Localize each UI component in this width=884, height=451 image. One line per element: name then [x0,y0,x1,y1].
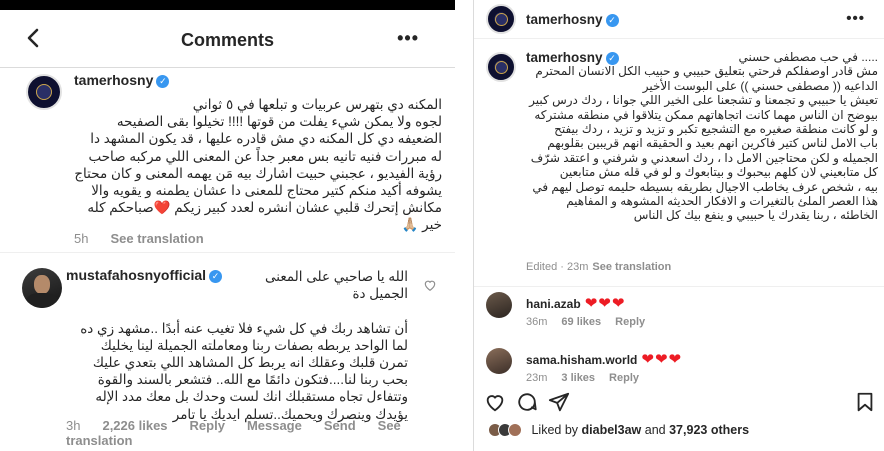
comment-meta: 23m 3 likes Reply [526,372,640,384]
caption-meta: Edited · 23m See translation [526,261,672,273]
avatar[interactable] [486,4,516,34]
liked-by-user[interactable]: diabel3aw [582,423,642,437]
comment-text: الله يا صاحبي على المعنى الجميل دة أن تش… [80,269,408,422]
comment-meta: 5h See translation [74,231,226,246]
comment-meta: 3h 2,226 likes Reply Message Send See transla… [66,418,455,448]
likes-summary: Liked by diabel3aw and 37,923 others [488,423,749,437]
action-bar [474,387,884,417]
comments-header: Comments ••• [0,10,455,68]
post-header: tamerhosny ✓ ••• [474,0,884,39]
likes-count[interactable]: 2,226 likes [102,418,167,433]
reply-button[interactable]: Reply [190,418,225,433]
comment-username[interactable]: sama.hisham.world [526,353,637,367]
post-panel: tamerhosny ✓ ••• tamerhosny ✓ ..... في حب … [473,0,884,451]
heart-outline-icon[interactable] [484,391,506,413]
message-button[interactable]: Message [247,418,302,433]
comments-panel: Comments ••• tamerhosny ✓ المكنه دي بتهرس… [0,10,455,451]
comment-row: sama.hisham.world ❤❤❤ [526,350,682,368]
comment-username[interactable]: tamerhosny ✓ [74,72,170,88]
comment-username[interactable]: hani.azab [526,297,581,311]
avatar[interactable] [486,292,512,318]
panel-gap [455,0,473,451]
comment-icon[interactable] [516,391,538,413]
comment-row: hani.azab ❤❤❤ [526,294,625,312]
more-icon[interactable]: ••• [397,28,419,49]
avatar[interactable] [486,348,512,374]
avatar[interactable] [26,74,62,110]
comment-meta: 36m 69 likes Reply [526,316,646,328]
caption-text: ..... في حب مصطفى حسني مش قادر اوصفلكم ف… [529,50,878,223]
verified-icon: ✓ [156,75,170,88]
comment-text: ❤❤❤ [641,351,683,368]
see-translation-link[interactable]: See translation [592,261,671,273]
avatar[interactable] [486,52,516,82]
comment-text: المكنه دي بتهرس عربيات و تبلعها في ٥ ثوا… [74,97,442,233]
post-username[interactable]: tamerhosny ✓ [526,12,619,27]
page-title: Comments [180,30,274,50]
heart-outline-icon[interactable] [423,278,437,292]
comment-time: 3h [66,418,81,433]
divider [474,286,884,287]
comment-time: 5h [74,231,89,246]
divider [0,252,455,253]
likes-count[interactable]: 37,923 others [669,423,749,437]
more-icon[interactable]: ••• [846,10,865,27]
share-icon[interactable] [548,391,570,413]
see-translation-link[interactable]: See translation [110,231,203,246]
send-button[interactable]: Send [324,418,356,433]
avatar [508,423,522,437]
bookmark-icon[interactable] [854,391,876,413]
comment-text: ❤❤❤ [584,295,626,312]
verified-icon: ✓ [605,14,619,27]
